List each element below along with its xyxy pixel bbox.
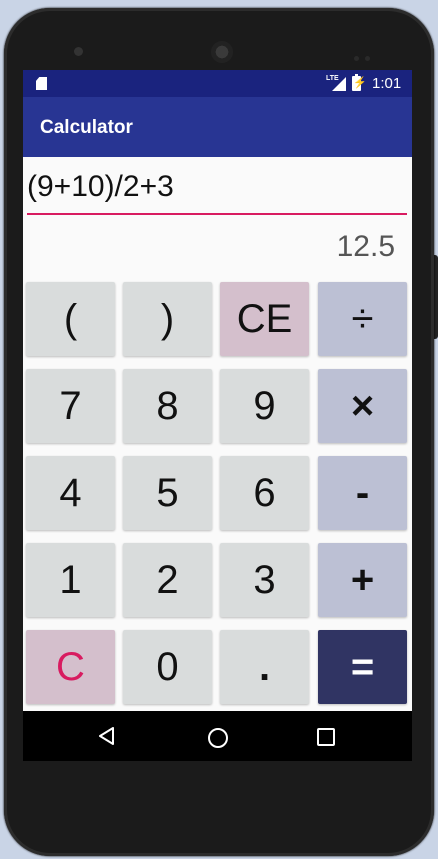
app-bar: Calculator: [23, 97, 412, 157]
digit-1-button[interactable]: 1: [26, 543, 115, 617]
digit-5-button[interactable]: 5: [123, 456, 212, 530]
expression-input[interactable]: (9+10)/2+3: [27, 170, 174, 204]
digit-6-button[interactable]: 6: [220, 456, 309, 530]
status-clock: 1:01: [372, 75, 402, 92]
digit-8-button[interactable]: 8: [123, 369, 212, 443]
subtract-button[interactable]: -: [318, 456, 407, 530]
back-icon[interactable]: [99, 727, 115, 745]
multiply-button[interactable]: ×: [318, 369, 407, 443]
home-icon[interactable]: [208, 728, 228, 748]
battery-charging-icon: ⚡: [352, 74, 367, 91]
add-button[interactable]: +: [318, 543, 407, 617]
sd-card-icon: [36, 77, 47, 90]
digit-2-button[interactable]: 2: [123, 543, 212, 617]
clear-entry-button[interactable]: CE: [220, 282, 309, 356]
close-paren-button[interactable]: ): [123, 282, 212, 356]
digit-3-button[interactable]: 3: [220, 543, 309, 617]
digit-0-button[interactable]: 0: [123, 630, 212, 704]
decimal-point-button[interactable]: .: [220, 630, 309, 704]
clear-button[interactable]: C: [26, 630, 115, 704]
proximity-sensors: [354, 48, 376, 61]
front-camera: [74, 47, 83, 56]
digit-4-button[interactable]: 4: [26, 456, 115, 530]
status-bar: LTE ⚡ 1:01: [23, 70, 412, 97]
digit-7-button[interactable]: 7: [26, 369, 115, 443]
digit-9-button[interactable]: 9: [220, 369, 309, 443]
network-type-label: LTE: [326, 75, 339, 82]
divide-button[interactable]: ÷: [318, 282, 407, 356]
navigation-bar: [23, 711, 412, 761]
recents-icon[interactable]: [317, 728, 335, 746]
device-screen: LTE ⚡ 1:01 Calculator (9+10)/2+3 12.5 ( …: [23, 70, 412, 761]
open-paren-button[interactable]: (: [26, 282, 115, 356]
expression-underline: [27, 213, 407, 215]
equals-button[interactable]: =: [318, 630, 407, 704]
result-display: 12.5: [336, 230, 395, 263]
earpiece-speaker: [211, 41, 233, 63]
keypad: ( ) CE ÷ 7 8 9 × 4 5 6 - 1 2 3 + C 0 . =: [23, 280, 412, 705]
app-title: Calculator: [40, 117, 133, 138]
